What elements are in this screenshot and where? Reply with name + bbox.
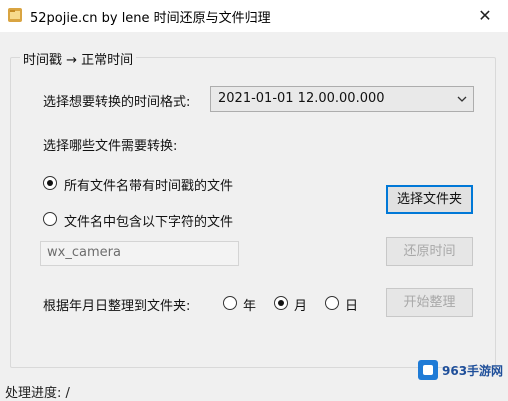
time-format-value: 2021-01-01 12.00.00.000 [218, 91, 385, 106]
group-title: 时间戳 → 正常时间 [20, 49, 137, 68]
organize-label: 根据年月日整理到文件夹: [43, 299, 191, 314]
start-organize-button[interactable]: 开始整理 [386, 288, 473, 317]
watermark-logo-icon [418, 360, 438, 380]
close-button[interactable]: ✕ [462, 0, 508, 32]
radio-all-timestamp-files[interactable] [43, 176, 57, 190]
radio-all-timestamp-files-label[interactable]: 所有文件名带有时间戳的文件 [64, 175, 233, 194]
watermark: 963手游网 [418, 358, 506, 382]
restore-time-button[interactable]: 还原时间 [386, 237, 473, 266]
time-format-select[interactable]: 2021-01-01 12.00.00.000 [210, 86, 474, 112]
radio-day-label[interactable]: 日 [345, 295, 358, 314]
status-text: 处理进度: / [5, 386, 70, 401]
radio-month[interactable] [274, 296, 288, 310]
radio-year-label[interactable]: 年 [243, 295, 256, 314]
radio-day[interactable] [325, 296, 339, 310]
select-folder-button[interactable]: 选择文件夹 [386, 185, 473, 214]
app-icon [8, 8, 22, 22]
radio-contains-text-files-label[interactable]: 文件名中包含以下字符的文件 [64, 211, 233, 230]
radio-year[interactable] [223, 296, 237, 310]
window-title: 52pojie.cn by lene 时间还原与文件归理 [30, 11, 271, 26]
radio-contains-text-files[interactable] [43, 212, 57, 226]
title-bar: 52pojie.cn by lene 时间还原与文件归理 ✕ [0, 0, 508, 32]
chevron-down-icon [457, 96, 467, 102]
format-label: 选择想要转换的时间格式: [43, 95, 191, 110]
filename-filter-input[interactable]: wx_camera [40, 241, 239, 266]
files-label: 选择哪些文件需要转换: [43, 139, 178, 154]
close-icon: ✕ [478, 6, 492, 25]
radio-month-label[interactable]: 月 [294, 295, 307, 314]
watermark-text: 963手游网 [442, 364, 504, 378]
